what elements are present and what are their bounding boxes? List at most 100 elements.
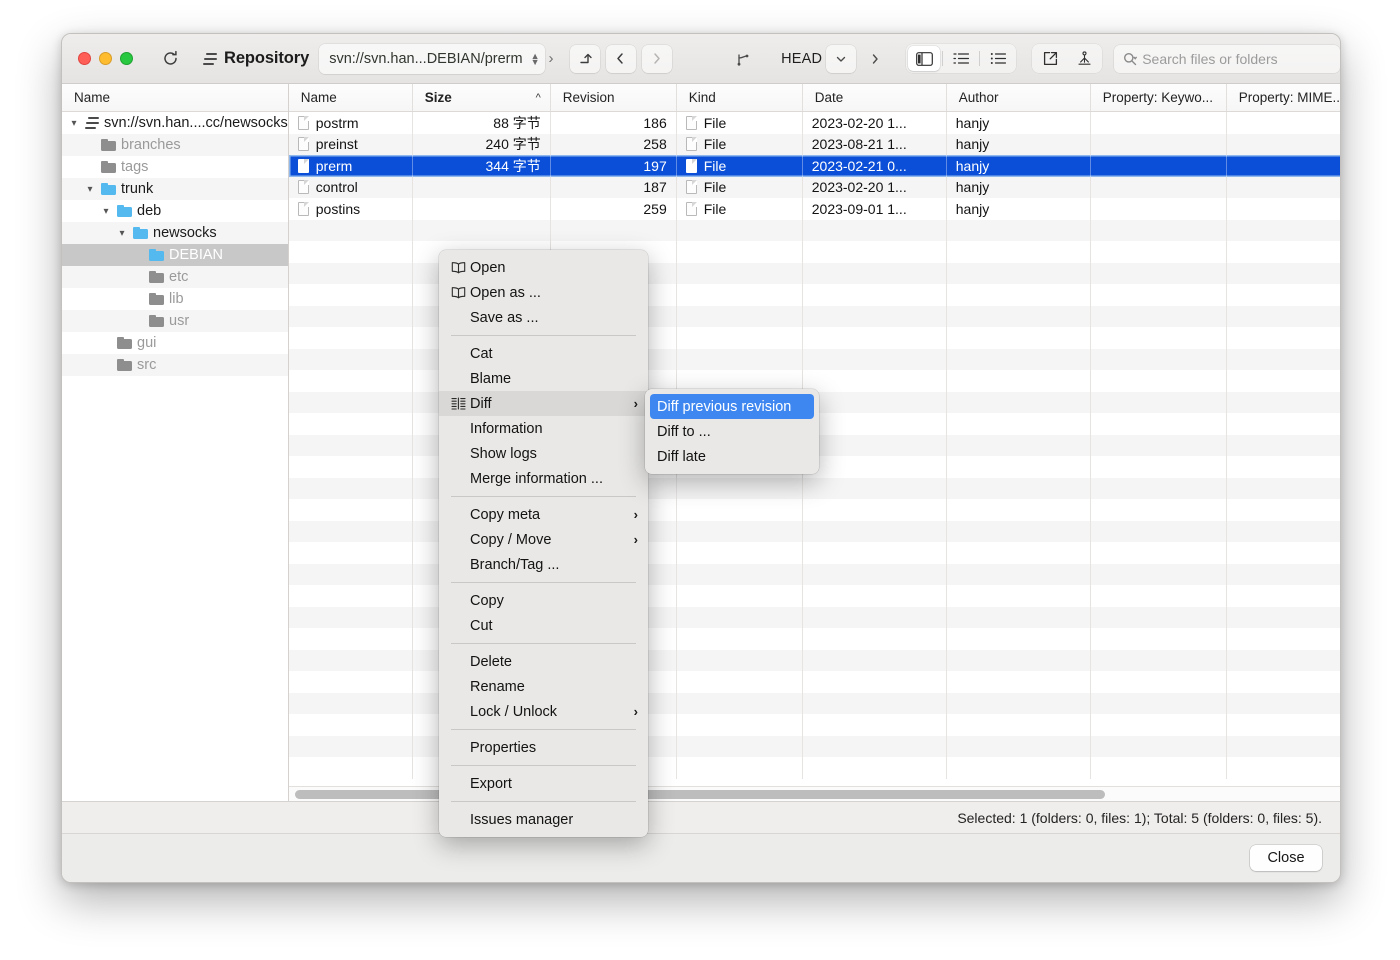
cell-text: 2023-02-20 1... <box>812 179 907 195</box>
tree-item-debian[interactable]: ▾DEBIAN <box>62 244 288 266</box>
tree-item-lib[interactable]: ▾lib <box>62 288 288 310</box>
scrollbar-thumb[interactable] <box>295 790 1105 799</box>
menu-item-export[interactable]: Export <box>439 771 648 796</box>
minimize-window-button[interactable] <box>99 52 112 65</box>
empty-cell <box>289 585 413 607</box>
empty-cell <box>803 241 947 263</box>
close-button[interactable]: Close <box>1250 845 1322 871</box>
menu-item-label: Delete <box>470 654 638 670</box>
menu-item-copy-move[interactable]: Copy / Move› <box>439 527 648 552</box>
revision-graph-icon[interactable] <box>1068 46 1100 71</box>
refresh-icon[interactable] <box>155 45 185 73</box>
detail-view-icon[interactable] <box>982 46 1014 71</box>
menu-item-copy-meta[interactable]: Copy meta› <box>439 502 648 527</box>
chevron-down-icon[interactable]: ▾ <box>68 118 80 129</box>
tree-item-gui[interactable]: ▾gui <box>62 332 288 354</box>
submenu-item-diff-late[interactable]: Diff late <box>645 444 819 469</box>
menu-item-label: Export <box>470 776 638 792</box>
folder-gray-icon <box>149 271 164 283</box>
empty-cell <box>289 736 413 758</box>
empty-cell <box>947 542 1091 564</box>
table-row[interactable]: postrm88 字节186File2023-02-20 1...hanjy <box>289 112 1341 134</box>
file-column-header-size[interactable]: Size^ <box>413 84 551 111</box>
menu-item-issues-manager[interactable]: Issues manager <box>439 807 648 832</box>
revision-next-icon[interactable] <box>860 45 890 73</box>
chevron-right-icon[interactable] <box>642 45 672 73</box>
empty-cell <box>677 585 803 607</box>
menu-item-open[interactable]: Open <box>439 255 648 280</box>
menu-item-copy[interactable]: Copy <box>439 588 648 613</box>
cell-revision: 258 <box>551 134 677 156</box>
menu-item-open-as[interactable]: Open as ... <box>439 280 648 305</box>
tree-item-trunk[interactable]: ▾trunk <box>62 178 288 200</box>
table-row[interactable]: control187File2023-02-20 1...hanjy <box>289 177 1341 199</box>
chevron-down-icon[interactable]: ▾ <box>84 184 96 195</box>
empty-cell <box>1227 263 1341 285</box>
menu-item-diff[interactable]: Diff› <box>439 391 648 416</box>
path-field[interactable]: svn://svn.han...DEBIAN/prerm ▲▼ <box>319 44 544 74</box>
file-column-header-date[interactable]: Date <box>803 84 947 111</box>
menu-item-cat[interactable]: Cat <box>439 341 648 366</box>
tree-item-tags[interactable]: ▾tags <box>62 156 288 178</box>
tree-item-deb[interactable]: ▾deb <box>62 200 288 222</box>
menu-item-merge-information[interactable]: Merge information ... <box>439 466 648 491</box>
go-up-icon[interactable] <box>570 45 600 73</box>
tree-item-newsocks[interactable]: ▾newsocks <box>62 222 288 244</box>
cell-text: 187 <box>643 179 666 195</box>
stepper-icon[interactable]: ▲▼ <box>531 53 540 65</box>
table-row[interactable]: preinst240 字节258File2023-08-21 1...hanjy <box>289 134 1341 156</box>
menu-item-lock-unlock[interactable]: Lock / Unlock› <box>439 699 648 724</box>
zoom-window-button[interactable] <box>120 52 133 65</box>
menu-item-blame[interactable]: Blame <box>439 366 648 391</box>
submenu-item-diff-to[interactable]: Diff to ... <box>645 419 819 444</box>
tree-item-branches[interactable]: ▾branches <box>62 134 288 156</box>
tree-item-usr[interactable]: ▾usr <box>62 310 288 332</box>
chevron-left-icon[interactable] <box>606 45 636 73</box>
empty-cell <box>1091 284 1227 306</box>
file-column-header-kind[interactable]: Kind <box>677 84 803 111</box>
cell-kind: File <box>677 112 803 134</box>
chevron-down-icon[interactable] <box>826 45 856 73</box>
table-row[interactable]: prerm344 字节197File2023-02-21 0...hanjy <box>289 155 1341 177</box>
menu-item-information[interactable]: Information <box>439 416 648 441</box>
empty-cell <box>289 456 413 478</box>
path-forward-icon[interactable]: › <box>549 50 554 67</box>
cell-date: 2023-08-21 1... <box>803 134 947 156</box>
menu-item-properties[interactable]: Properties <box>439 735 648 760</box>
menu-item-delete[interactable]: Delete <box>439 649 648 674</box>
menu-item-cut[interactable]: Cut <box>439 613 648 638</box>
list-view-icon[interactable] <box>945 46 977 71</box>
empty-cell <box>413 220 551 242</box>
menu-separator <box>451 335 636 336</box>
table-row[interactable]: postins259File2023-09-01 1...hanjy <box>289 198 1341 220</box>
file-column-header-property-keywo[interactable]: Property: Keywo... <box>1091 84 1227 111</box>
empty-cell <box>803 370 947 392</box>
split-view-icon[interactable] <box>908 46 940 71</box>
menu-item-branch-tag[interactable]: Branch/Tag ... <box>439 552 648 577</box>
menu-item-show-logs[interactable]: Show logs <box>439 441 648 466</box>
search-field[interactable]: Search files or folders <box>1114 45 1340 73</box>
chevron-down-icon[interactable]: ▾ <box>116 228 128 239</box>
sidebar-column-name[interactable]: Name <box>62 84 288 111</box>
empty-cell <box>289 607 413 629</box>
close-window-button[interactable] <box>78 52 91 65</box>
empty-cell <box>803 327 947 349</box>
menu-item-save-as[interactable]: Save as ... <box>439 305 648 330</box>
tree-item-src[interactable]: ▾src <box>62 354 288 376</box>
file-column-header-property-mime[interactable]: Property: MIME... <box>1227 84 1341 111</box>
submenu-item-diff-previous-revision[interactable]: Diff previous revision <box>650 394 814 419</box>
revision-selector[interactable]: HEAD <box>781 45 890 73</box>
branch-icon[interactable] <box>728 45 758 73</box>
external-link-icon[interactable] <box>1034 46 1066 71</box>
empty-cell <box>677 241 803 263</box>
menu-item-rename[interactable]: Rename <box>439 674 648 699</box>
tree-item-svn-svn-han-cc-newsocks[interactable]: ▾svn://svn.han....cc/newsocks <box>62 112 288 134</box>
empty-cell <box>1091 392 1227 414</box>
empty-cell <box>803 349 947 371</box>
file-column-header-revision[interactable]: Revision <box>551 84 677 111</box>
file-column-header-name[interactable]: Name <box>289 84 413 111</box>
chevron-down-icon[interactable]: ▾ <box>100 206 112 217</box>
folder-gray-icon <box>149 293 164 305</box>
tree-item-etc[interactable]: ▾etc <box>62 266 288 288</box>
file-column-header-author[interactable]: Author <box>947 84 1091 111</box>
